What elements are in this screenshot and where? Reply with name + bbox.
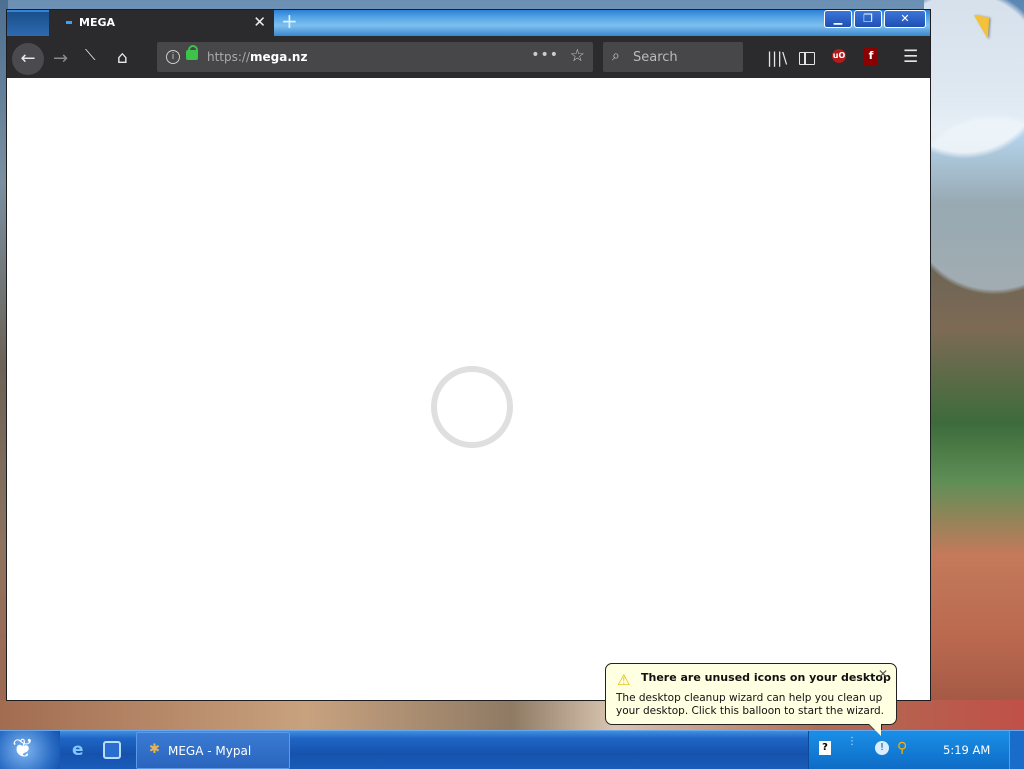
stop-icon[interactable]: ⟍ [85, 46, 96, 64]
page-actions-icon[interactable]: ••• [531, 47, 559, 63]
network-icon[interactable]: ⋮ [847, 737, 857, 747]
minimize-button[interactable]: ▁ [824, 10, 852, 28]
tab-loading-icon [66, 21, 72, 24]
desktop-wallpaper-right [924, 0, 1024, 730]
balloon-title: There are unused icons on your desktop [641, 671, 891, 684]
lock-icon[interactable] [186, 45, 198, 60]
close-window-button[interactable]: ✕ [884, 10, 926, 28]
address-bar[interactable]: i https://mega.nz ••• ☆ [157, 42, 593, 72]
search-input[interactable]: ⌕ Search [603, 42, 743, 72]
search-placeholder: Search [633, 50, 678, 65]
url-scheme: https:// [207, 50, 251, 64]
menu-icon[interactable]: ☰ [903, 47, 918, 67]
help-icon[interactable]: ? [819, 741, 831, 755]
browser-window: MEGA ✕ + ▁ ❐ ✕ ← → ⟍ ⌂ i https://mega.nz… [6, 9, 931, 701]
show-desktop-quicklaunch-icon[interactable] [103, 741, 121, 759]
back-icon[interactable]: ← [12, 43, 44, 75]
tab-title: MEGA [79, 16, 116, 29]
search-icon: ⌕ [612, 48, 620, 64]
home-icon[interactable]: ⌂ [117, 48, 128, 68]
balloon-close-icon[interactable]: ✕ [878, 667, 888, 681]
start-logo-icon: ❦ [12, 734, 34, 764]
bookmark-star-icon[interactable]: ☆ [570, 46, 585, 66]
notification-balloon[interactable]: ⚠ There are unused icons on your desktop… [605, 663, 897, 738]
search-tray-icon[interactable]: ⚲ [897, 740, 907, 756]
clock[interactable]: 5:19 AM [943, 743, 990, 757]
tab-strip: MEGA ✕ + ▁ ❐ ✕ [7, 10, 930, 36]
mypal-app-icon: ✱ [149, 742, 160, 757]
flash-icon[interactable]: f [864, 47, 878, 65]
loading-spinner-icon [431, 366, 513, 448]
url-host: mega.nz [250, 50, 308, 64]
sidebar-icon[interactable] [799, 52, 815, 65]
taskbar-item-label: MEGA - Mypal [168, 744, 252, 758]
balloon-body: The desktop cleanup wizard can help you … [616, 692, 884, 717]
show-desktop-button[interactable] [1009, 731, 1024, 769]
ublock-icon[interactable]: uO [832, 49, 846, 63]
new-tab-button[interactable]: + [281, 10, 298, 32]
taskbar-item-mega-mypal[interactable]: ✱ MEGA - Mypal [136, 732, 290, 769]
start-button[interactable]: ❦ [0, 731, 60, 769]
info-icon[interactable]: i [166, 50, 180, 64]
navigation-toolbar: ← → ⟍ ⌂ i https://mega.nz ••• ☆ ⌕ Search… [7, 36, 930, 78]
page-content [7, 78, 930, 700]
tab-strip-left-area[interactable] [7, 12, 49, 36]
tab-close-icon[interactable]: ✕ [253, 13, 266, 31]
url-text[interactable]: https://mega.nz [207, 50, 307, 64]
system-tray: ? ⋮ ! ⚲ 5:19 AM [808, 731, 1009, 769]
forward-icon[interactable]: → [53, 48, 68, 69]
security-shield-icon[interactable]: ! [875, 741, 889, 755]
maximize-button[interactable]: ❐ [854, 10, 882, 28]
warning-icon: ⚠ [617, 671, 631, 689]
internet-explorer-icon[interactable]: e [72, 740, 84, 760]
library-icon[interactable]: |||\ [767, 49, 787, 67]
tab-mega[interactable]: MEGA ✕ [49, 10, 274, 36]
window-controls: ▁ ❐ ✕ [824, 10, 926, 28]
